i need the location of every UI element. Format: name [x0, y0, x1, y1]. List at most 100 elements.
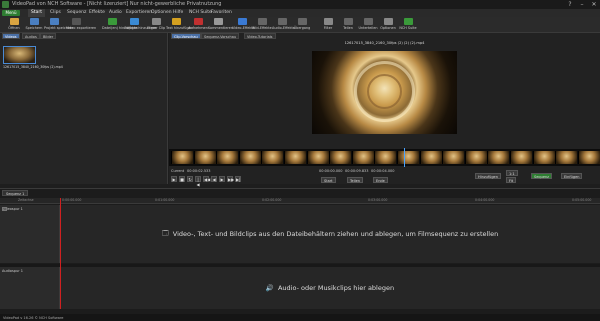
bin-tab-videos[interactable]: Videos: [2, 33, 20, 39]
step-back-button[interactable]: ◀: [211, 176, 217, 182]
toolbar-button-label: Teilen: [343, 26, 353, 30]
toolbar-button-label: Projekt speichern: [44, 26, 74, 30]
toolbar-button[interactable]: Leerer Clip: [146, 18, 166, 32]
toolbar: Öffnen Speichern Projekt speichern Video ex…: [0, 17, 600, 33]
media-bin: Videos Audios Bilder 12617015_3840_2160_…: [0, 33, 168, 205]
set-end-button[interactable]: Ende: [373, 177, 388, 183]
options-icon: [383, 18, 393, 25]
preview-playhead[interactable]: [404, 148, 405, 167]
filmstrip-frame: [329, 151, 352, 164]
end-button[interactable]: ▶|: [235, 176, 241, 182]
split-icon: [363, 18, 373, 25]
video-image-detail: [367, 74, 402, 109]
toolbar-button[interactable]: Projekt speichern: [44, 18, 74, 32]
preview-panel: Clip-Vorschau Sequenz-Vorschau Video-Tut…: [169, 33, 600, 187]
toolbar-button[interactable]: Speichern: [24, 18, 44, 32]
share-icon: [343, 18, 353, 25]
ruler-tick: 0:01:00.000: [155, 198, 175, 202]
filmstrip-frame: [532, 151, 555, 164]
toolbar-button[interactable]: Kommentieren: [208, 18, 233, 32]
timeline-playhead[interactable]: [60, 198, 61, 309]
start-button[interactable]: |◀: [195, 176, 201, 187]
filmstrip-frame: [419, 151, 442, 164]
stop-button[interactable]: ■: [179, 176, 185, 182]
video-frame[interactable]: [312, 51, 457, 134]
app-logo-icon: [2, 1, 9, 8]
toolbar-button-label: Aufnehmen: [188, 26, 208, 30]
filmstrip-frame: [193, 151, 216, 164]
tab-sequence-preview[interactable]: Sequenz-Vorschau: [201, 33, 240, 39]
filmstrip-frame: [464, 151, 487, 164]
step-forward-button[interactable]: ▶: [219, 176, 225, 182]
filmstrip-frame: [351, 151, 374, 164]
add-to-sequence-button[interactable]: Hinzufügen: [475, 173, 501, 179]
toolbar-button[interactable]: Übergang: [292, 18, 312, 32]
toolbar-button[interactable]: NCH Suite: [398, 18, 418, 32]
add-objects-icon: [129, 18, 139, 25]
toolbar-button[interactable]: Unterteilen: [358, 18, 378, 32]
menu-favoriten[interactable]: Favoriten: [208, 9, 235, 17]
set-start-button[interactable]: Start: [321, 177, 336, 183]
split-button[interactable]: Teilen: [347, 177, 364, 183]
menu-hilfe[interactable]: Hilfe: [170, 9, 186, 17]
close-button[interactable]: ✕: [588, 0, 600, 9]
bin-tab-audios[interactable]: Audios: [22, 33, 40, 39]
toolbar-button[interactable]: Bild-Effekte: [252, 18, 272, 32]
toolbar-button[interactable]: Text hinzufügen: [166, 18, 193, 32]
blank-clip-icon: [151, 18, 161, 25]
toolbar-button[interactable]: Teilen: [338, 18, 358, 32]
open-folder-icon: [9, 18, 19, 25]
toolbar-button[interactable]: Video exportieren: [66, 18, 96, 32]
timeline-ruler[interactable]: Zeitachse 0:00:00.000 0:01:00.000 0:02:0…: [0, 198, 600, 204]
ratio-button[interactable]: 1:1: [506, 170, 518, 176]
time-a: 00:00:00.000: [319, 169, 343, 173]
menu-start[interactable]: Start: [28, 9, 45, 17]
filmstrip-frame: [238, 151, 261, 164]
rewind-button[interactable]: ◀◀: [203, 176, 210, 182]
current-label: Current: [171, 169, 185, 173]
ruler-tick: 0:05:00.000: [572, 198, 592, 202]
fit-button[interactable]: Fit: [506, 177, 517, 183]
insert-button[interactable]: Einfügen: [561, 173, 583, 179]
filmstrip-frame: [171, 151, 193, 164]
toolbar-button[interactable]: Optionen: [378, 18, 398, 32]
toolbar-button[interactable]: Filter: [318, 18, 338, 32]
filmstrip-frame: [374, 151, 397, 164]
video-drop-zone[interactable]: 🗔 Video-, Text- und Bildclips aus den Da…: [60, 205, 600, 263]
help-button[interactable]: ?: [564, 0, 576, 9]
speaker-icon: 🔊: [265, 284, 274, 292]
play-button[interactable]: ▶: [171, 176, 177, 182]
loop-button[interactable]: ↻: [187, 176, 193, 182]
menu-clips[interactable]: Clips: [47, 9, 64, 17]
toolbar-button[interactable]: Aufnehmen: [188, 18, 208, 32]
time-c: 00:00:04.000: [371, 169, 395, 173]
tab-clip-preview[interactable]: Clip-Vorschau: [171, 33, 201, 39]
record-icon: [193, 18, 203, 25]
sequence-tab[interactable]: Sequenz 1: [2, 190, 29, 196]
ruler-label: Zeitachse: [18, 198, 34, 202]
main-menu-button[interactable]: Menü: [2, 10, 20, 16]
ruler-tick: 0:04:00.000: [475, 198, 495, 202]
filmstrip[interactable]: [169, 149, 600, 166]
minimize-button[interactable]: –: [576, 0, 588, 9]
sequence-button[interactable]: Sequenz: [531, 173, 553, 179]
toolbar-button[interactable]: Audio-Effekte: [272, 18, 295, 32]
toolbar-button[interactable]: Objekte hinzufügen: [124, 18, 157, 32]
transition-icon: [297, 18, 307, 25]
fast-forward-button[interactable]: ▶▶: [227, 176, 234, 182]
filmstrip-frame: [284, 151, 306, 164]
toolbar-button[interactable]: Öffnen: [4, 18, 24, 32]
window-title: VideoPad von NCH Software - [Nicht lizen…: [12, 1, 222, 7]
video-track[interactable]: Videospur 1 🗔 Video-, Text- und Bildclip…: [0, 205, 600, 263]
clip-thumbnail[interactable]: [3, 46, 36, 64]
toolbar-button[interactable]: Datei(en) hinzufügen: [102, 18, 138, 32]
menu-audio[interactable]: Audio: [106, 9, 125, 17]
toolbar-button[interactable]: Video-Effekte: [232, 18, 255, 32]
track-toggle-icon[interactable]: [2, 207, 7, 211]
audio-drop-zone[interactable]: 🔊 Audio- oder Musikclips hier ablegen: [60, 267, 600, 309]
tab-video-tutorials[interactable]: Video-Tutorials: [244, 33, 276, 39]
bin-tab-bilder[interactable]: Bilder: [40, 33, 57, 39]
audio-track[interactable]: Audiospur 1 🔊 Audio- oder Musikclips hie…: [0, 267, 600, 309]
image-effects-icon: [257, 18, 267, 25]
menu-effekte[interactable]: Effekte: [86, 9, 108, 17]
